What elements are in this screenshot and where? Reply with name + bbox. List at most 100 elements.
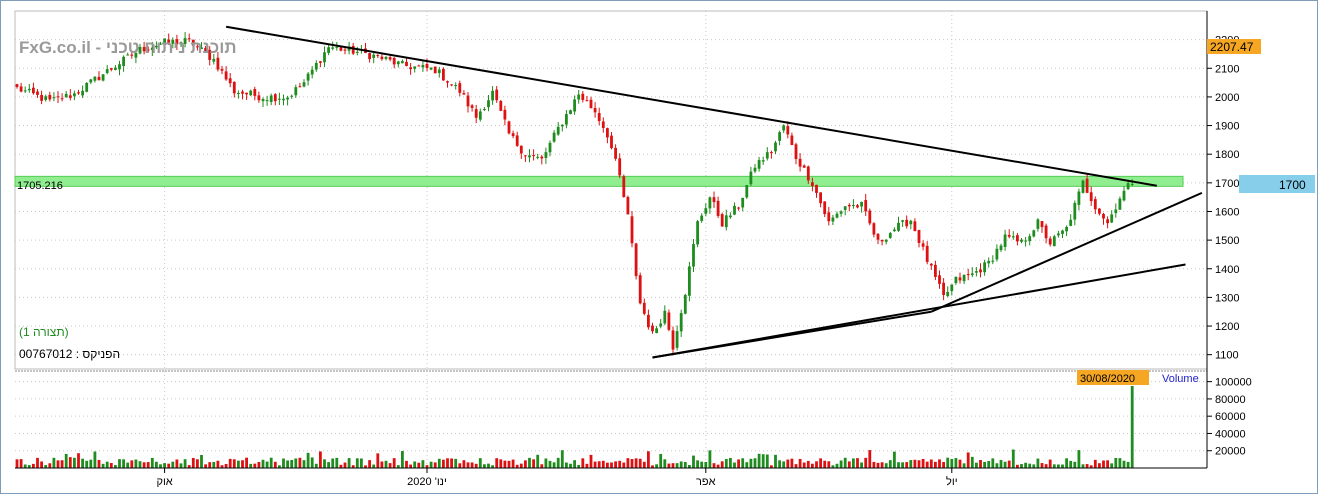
- price-chart[interactable]: 1100 1200 1300 1400 1500 1600 1700 1800 1900 2000…: [1, 1, 1318, 495]
- candle-body: [675, 331, 679, 348]
- candle: [679, 309, 683, 337]
- volume-bar: [983, 461, 986, 468]
- candle-body: [946, 291, 950, 297]
- trendline[interactable]: [930, 191, 1203, 313]
- candle: [581, 91, 585, 103]
- volume-bar: [864, 457, 868, 468]
- candle: [573, 95, 576, 115]
- candle-body: [1061, 230, 1064, 234]
- candle-body: [712, 197, 716, 203]
- candle-body: [1003, 234, 1007, 247]
- volume-bar: [630, 459, 634, 468]
- candle: [302, 79, 306, 88]
- volume-bar: [884, 463, 888, 468]
- candle: [823, 201, 827, 218]
- candle-body: [60, 98, 64, 100]
- candle: [105, 65, 109, 75]
- candle: [314, 60, 318, 72]
- volume-bar: [368, 460, 371, 468]
- candle: [1057, 230, 1060, 238]
- candle: [552, 130, 556, 143]
- candle: [56, 91, 60, 103]
- candle-body: [626, 196, 630, 215]
- candle: [15, 83, 19, 89]
- volume-bar: [839, 460, 843, 468]
- volume-bar: [852, 458, 855, 468]
- volume-tick-label: 80000: [1215, 394, 1246, 406]
- candle: [536, 153, 540, 160]
- candle: [261, 97, 265, 108]
- candle-body: [560, 124, 564, 127]
- candle-body: [839, 211, 843, 214]
- volume-bar: [23, 464, 27, 468]
- candle: [589, 96, 593, 109]
- volume-bar: [417, 462, 421, 468]
- volume-bar: [372, 464, 376, 468]
- volume-bar: [786, 459, 790, 468]
- volume-bar: [847, 461, 851, 468]
- candle-body: [1126, 183, 1130, 190]
- candle-body: [97, 76, 101, 81]
- volume-bar: [183, 459, 187, 468]
- candle: [655, 325, 658, 334]
- volume-bar: [405, 460, 408, 468]
- candle-body: [429, 67, 433, 70]
- candle-body: [811, 182, 814, 187]
- candle-body: [1114, 209, 1118, 214]
- candle: [716, 196, 720, 219]
- volume-bar: [700, 461, 704, 468]
- candle: [683, 293, 687, 315]
- candle-body: [847, 205, 851, 207]
- candle-body: [806, 166, 810, 181]
- volume-bar: [245, 457, 248, 468]
- volume-bar: [663, 459, 667, 468]
- candle-body: [942, 282, 945, 295]
- volume-tick-label: 20000: [1215, 446, 1246, 458]
- candle-body: [856, 205, 859, 208]
- volume-bar: [376, 453, 380, 468]
- trendline[interactable]: [225, 25, 1157, 187]
- candle: [700, 213, 704, 223]
- candle-body: [655, 328, 658, 333]
- candle-body: [109, 68, 113, 70]
- candle-body: [745, 185, 749, 198]
- candle-body: [601, 121, 605, 128]
- candle-body: [552, 132, 556, 142]
- candle-body: [503, 109, 507, 120]
- candle-body: [478, 111, 482, 120]
- volume-bar: [93, 451, 97, 468]
- candle: [89, 78, 93, 85]
- candle: [32, 82, 35, 95]
- candle: [569, 109, 572, 115]
- candle-body: [729, 215, 732, 218]
- volume-bar: [433, 462, 437, 468]
- candle-body: [1016, 235, 1019, 242]
- y-tick-label: 1500: [1215, 235, 1239, 247]
- candle-body: [790, 135, 794, 145]
- grid: [14, 10, 1208, 468]
- candle: [1061, 229, 1064, 239]
- volume-bar: [191, 457, 195, 468]
- volume-tick-label: 100000: [1215, 377, 1252, 389]
- candle-body: [93, 76, 97, 81]
- volume-bar: [860, 462, 863, 468]
- volume-bar: [1093, 459, 1097, 468]
- candle: [1016, 232, 1019, 246]
- volume-bar: [68, 457, 72, 468]
- volume-bar: [241, 460, 244, 468]
- trendline[interactable]: [652, 263, 1186, 359]
- volume-bar: [450, 458, 453, 468]
- volume-bar: [1077, 450, 1081, 468]
- candle-body: [749, 171, 753, 185]
- volume-bar: [89, 459, 93, 468]
- candle: [642, 298, 646, 316]
- candle: [81, 85, 84, 98]
- candle-body: [1028, 236, 1032, 242]
- candle-body: [52, 97, 56, 99]
- candle-body: [437, 69, 441, 73]
- candle: [253, 86, 257, 101]
- volume-bar: [642, 461, 646, 468]
- volume-bar: [1036, 458, 1040, 468]
- candle-body: [622, 176, 626, 198]
- candle-body: [835, 213, 839, 218]
